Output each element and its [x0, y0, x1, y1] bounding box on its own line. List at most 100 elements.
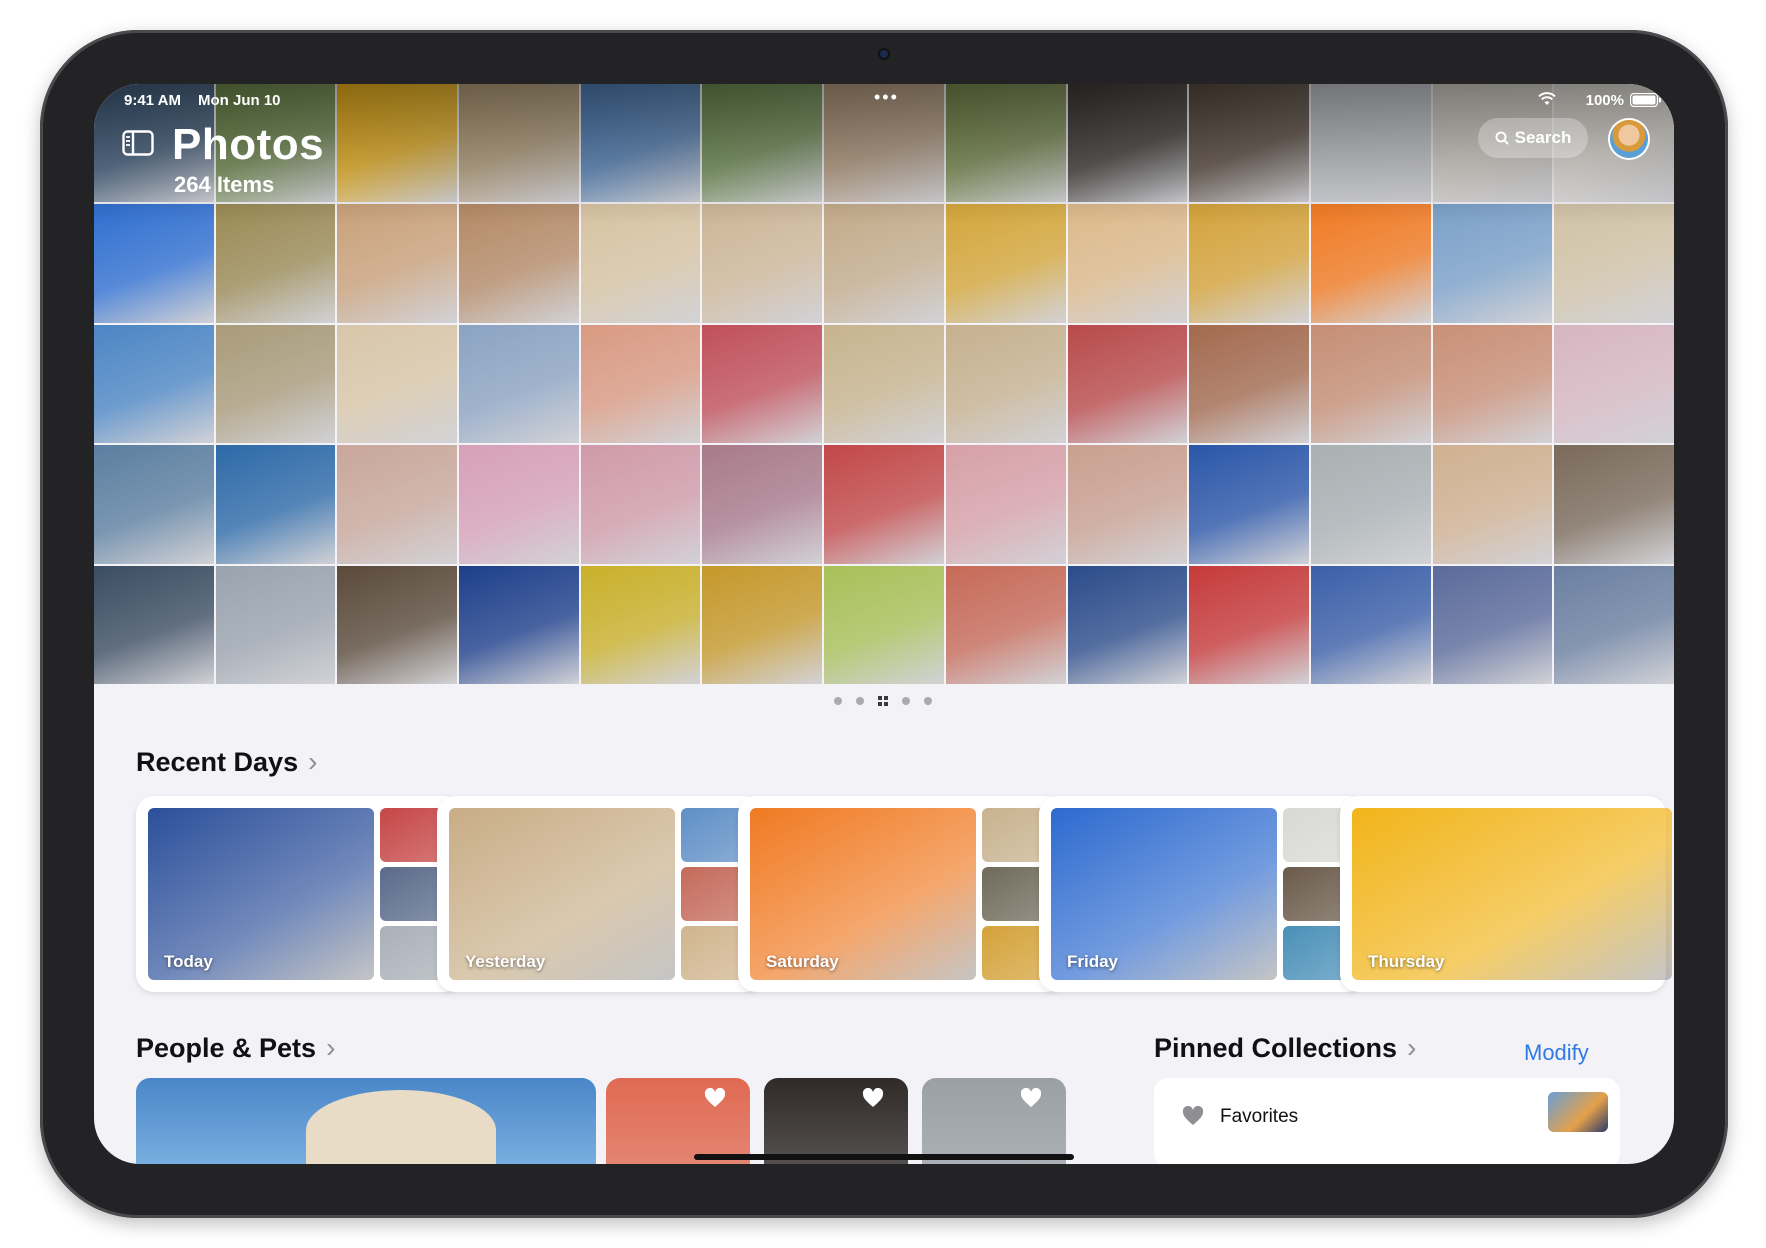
recent-days-carousel[interactable]: Today Yesterday Saturday Friday Thursday — [136, 796, 1674, 996]
photo-thumbnail[interactable] — [94, 324, 214, 444]
page-dot[interactable] — [834, 697, 842, 705]
page-dot-grid-icon[interactable] — [878, 696, 888, 706]
photo-thumbnail[interactable] — [1189, 324, 1309, 444]
photo-thumbnail[interactable] — [1067, 445, 1188, 564]
home-indicator[interactable] — [694, 1154, 1074, 1160]
day-card-today[interactable]: Today — [136, 796, 462, 992]
people-tile-large[interactable] — [136, 1078, 596, 1164]
photo-thumbnail[interactable] — [215, 445, 336, 564]
page-dot[interactable] — [924, 697, 932, 705]
photo-thumbnail[interactable] — [945, 445, 1066, 564]
modify-button[interactable]: Modify — [1524, 1040, 1589, 1066]
photo-thumbnail[interactable] — [824, 204, 944, 323]
pinned-collections-header[interactable]: Pinned Collections › — [1154, 1032, 1416, 1064]
day-label: Today — [164, 952, 213, 971]
photo-thumbnail[interactable] — [580, 324, 701, 444]
profile-avatar[interactable] — [1610, 120, 1648, 158]
photo-thumbnail[interactable] — [945, 204, 1066, 323]
photo-thumbnail[interactable] — [337, 204, 458, 323]
photo-thumbnail[interactable] — [337, 565, 458, 684]
recent-days-header[interactable]: Recent Days › — [136, 746, 317, 778]
photo-thumbnail[interactable] — [702, 565, 823, 684]
photo-thumbnail[interactable] — [459, 565, 579, 684]
photo-thumbnail[interactable] — [1067, 84, 1188, 203]
photo-thumbnail[interactable] — [580, 565, 701, 684]
recent-days-title: Recent Days — [136, 746, 299, 777]
photo-thumbnail[interactable] — [824, 324, 944, 444]
photo-thumbnail[interactable] — [945, 84, 1066, 203]
wifi-icon — [1538, 92, 1556, 105]
sidebar-toggle-icon[interactable] — [122, 130, 154, 156]
photo-thumbnail[interactable] — [1432, 324, 1553, 444]
photo-thumbnail[interactable] — [702, 204, 823, 323]
photo-thumbnail[interactable] — [702, 84, 823, 203]
photo-thumbnail[interactable] — [459, 204, 579, 323]
photo-thumbnail[interactable] — [215, 565, 336, 684]
photo-thumbnail[interactable] — [1067, 324, 1188, 444]
photo-thumbnail[interactable] — [337, 324, 458, 444]
photo-thumbnail[interactable] — [1310, 445, 1431, 564]
photo-thumbnail[interactable] — [459, 324, 579, 444]
photo-thumbnail[interactable] — [1310, 204, 1431, 323]
photo-thumbnail[interactable] — [1189, 204, 1309, 323]
battery-icon — [1630, 93, 1661, 107]
photo-thumbnail[interactable] — [945, 324, 1066, 444]
photo-thumbnail[interactable] — [337, 445, 458, 564]
person-tile[interactable] — [764, 1078, 908, 1164]
photo-thumbnail[interactable] — [1067, 565, 1188, 684]
photo-thumbnail[interactable] — [945, 565, 1066, 684]
photo-thumbnail[interactable] — [94, 204, 214, 323]
search-button[interactable]: Search — [1478, 118, 1588, 158]
photo-thumbnail[interactable] — [94, 445, 214, 564]
search-icon — [1495, 131, 1509, 145]
photo-thumbnail[interactable] — [1310, 84, 1431, 203]
page-indicator[interactable] — [834, 696, 932, 706]
photo-thumbnail[interactable] — [824, 445, 944, 564]
heart-icon[interactable] — [704, 1088, 726, 1108]
photo-thumbnail[interactable] — [1432, 445, 1553, 564]
photo-thumbnail[interactable] — [1554, 565, 1674, 684]
photo-thumbnail[interactable] — [580, 204, 701, 323]
photo-thumbnail[interactable] — [702, 324, 823, 444]
photo-thumbnail[interactable] — [459, 445, 579, 564]
day-card-friday[interactable]: Friday — [1039, 796, 1365, 992]
photo-thumbnail[interactable] — [1432, 204, 1553, 323]
heart-icon[interactable] — [862, 1088, 884, 1108]
photo-thumbnail[interactable] — [1310, 565, 1431, 684]
photo-thumbnail[interactable] — [1554, 324, 1674, 444]
multitasking-dots-icon[interactable]: ••• — [874, 88, 899, 106]
photo-thumbnail[interactable] — [94, 565, 214, 684]
page-dot[interactable] — [902, 697, 910, 705]
heart-icon[interactable] — [1020, 1088, 1042, 1108]
people-pets-header[interactable]: People & Pets › — [136, 1032, 335, 1064]
people-pets-title: People & Pets — [136, 1032, 317, 1063]
photo-thumbnail[interactable] — [1554, 445, 1674, 564]
pinned-collections-title: Pinned Collections — [1154, 1032, 1398, 1063]
photo-thumbnail[interactable] — [215, 204, 336, 323]
heart-icon — [1182, 1106, 1204, 1125]
status-date: Mon Jun 10 — [198, 92, 281, 109]
day-card-saturday[interactable]: Saturday — [738, 796, 1064, 992]
photo-thumbnail[interactable] — [337, 84, 458, 203]
photo-thumbnail[interactable] — [580, 84, 701, 203]
favorites-collection[interactable]: Favorites — [1154, 1078, 1620, 1164]
photo-thumbnail[interactable] — [824, 565, 944, 684]
photo-thumbnail[interactable] — [580, 445, 701, 564]
page-dot[interactable] — [856, 697, 864, 705]
day-card-thursday[interactable]: Thursday — [1340, 796, 1672, 992]
photo-thumbnail[interactable] — [459, 84, 579, 203]
photo-thumbnail[interactable] — [1067, 204, 1188, 323]
photo-thumbnail[interactable] — [1189, 565, 1309, 684]
person-tile[interactable] — [922, 1078, 1066, 1164]
photo-thumbnail[interactable] — [702, 445, 823, 564]
photo-thumbnail[interactable] — [1189, 84, 1309, 203]
photo-library-grid[interactable] — [94, 84, 1674, 684]
photo-thumbnail[interactable] — [1554, 204, 1674, 323]
photo-thumbnail[interactable] — [1310, 324, 1431, 444]
photo-thumbnail[interactable] — [1432, 565, 1553, 684]
chevron-right-icon: › — [326, 1032, 336, 1063]
photo-thumbnail[interactable] — [215, 324, 336, 444]
day-card-yesterday[interactable]: Yesterday — [437, 796, 763, 992]
photo-thumbnail[interactable] — [1189, 445, 1309, 564]
person-tile[interactable] — [606, 1078, 750, 1164]
